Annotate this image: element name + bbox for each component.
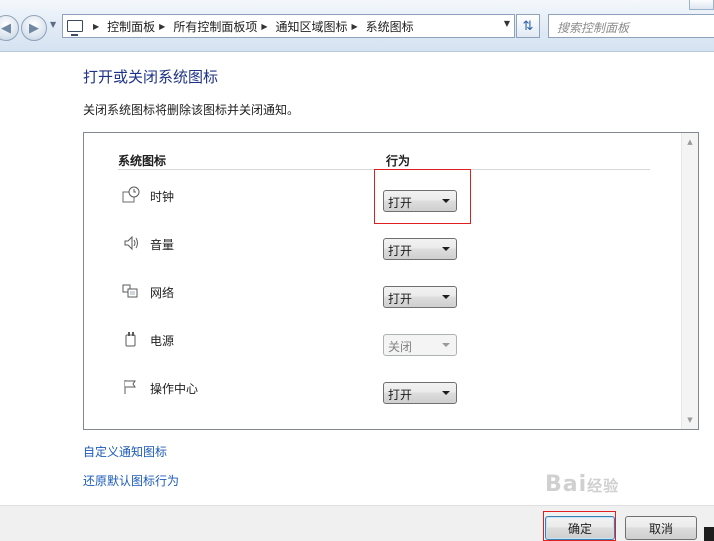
column-header-system-icon: 系统图标 — [118, 154, 167, 168]
clock-icon — [122, 186, 140, 204]
refresh-button[interactable]: ⇅ — [516, 14, 540, 38]
recent-pages-dropdown-icon[interactable]: ▼ — [50, 20, 56, 29]
clock-select-highlight — [374, 169, 471, 224]
ok-button-highlight — [543, 511, 616, 541]
refresh-icon: ⇅ — [522, 18, 534, 34]
volume-behavior-select[interactable]: 打开 — [383, 238, 457, 260]
watermark-suffix: 经验 — [587, 477, 620, 495]
volume-behavior-value: 打开 — [388, 244, 413, 258]
power-icon — [122, 330, 140, 348]
breadcrumb-separator-icon[interactable]: ▶ — [261, 22, 267, 31]
restore-default-behaviors-link[interactable]: 还原默认图标行为 — [83, 472, 179, 489]
breadcrumb-system-icons[interactable]: 系统图标 — [366, 18, 414, 35]
scroll-up-icon[interactable]: ▲ — [682, 135, 698, 149]
breadcrumb-separator-icon[interactable]: ▶ — [352, 22, 358, 31]
address-dropdown-icon[interactable]: ▼ — [504, 19, 510, 28]
page-title: 打开或关闭系统图标 — [83, 68, 219, 86]
search-input[interactable]: 搜索控制面板 — [548, 14, 714, 38]
power-behavior-value: 关闭 — [388, 340, 413, 354]
window-corner — [704, 527, 714, 541]
row-label-action-center: 操作中心 — [150, 382, 199, 396]
dropdown-arrow-icon — [442, 343, 450, 347]
system-icons-panel: 系统图标 行为 时钟 打开 音量 打开 网络 打开 电源 关闭 操作中心 打开 — [83, 132, 699, 430]
action-center-behavior-select[interactable]: 打开 — [383, 382, 457, 404]
breadcrumb-separator-icon[interactable]: ▶ — [93, 22, 99, 31]
forward-button[interactable]: ▶ — [21, 15, 47, 41]
row-label-network: 网络 — [150, 286, 175, 300]
action-center-behavior-value: 打开 — [388, 388, 413, 402]
row-label-volume: 音量 — [150, 238, 175, 252]
customize-notification-icons-link[interactable]: 自定义通知图标 — [83, 443, 167, 460]
baidu-watermark: Bai经验 — [545, 472, 619, 497]
column-header-behavior: 行为 — [386, 154, 411, 168]
power-behavior-select: 关闭 — [383, 334, 457, 356]
address-bar: ◀ ▶ ▼ ▶ 控制面板 ▶ 所有控制面板项 ▶ 通知区域图标 ▶ 系统图标 ▼… — [0, 0, 714, 52]
breadcrumb-notification-icons[interactable]: 通知区域图标 — [276, 18, 348, 35]
watermark-brand: Bai — [545, 472, 588, 497]
network-behavior-value: 打开 — [388, 292, 413, 306]
cancel-button[interactable]: 取消 — [625, 516, 697, 540]
flag-icon — [122, 378, 140, 396]
vertical-scrollbar[interactable]: ▲ ▼ — [681, 133, 698, 429]
back-arrow-icon: ◀ — [1, 20, 11, 36]
breadcrumb[interactable]: ▶ 控制面板 ▶ 所有控制面板项 ▶ 通知区域图标 ▶ 系统图标 ▼ — [62, 14, 515, 38]
breadcrumb-separator-icon[interactable]: ▶ — [159, 22, 165, 31]
forward-arrow-icon: ▶ — [29, 20, 39, 36]
breadcrumb-control-panel[interactable]: 控制面板 — [107, 18, 155, 35]
row-label-clock: 时钟 — [150, 190, 175, 204]
network-behavior-select[interactable]: 打开 — [383, 286, 457, 308]
volume-icon — [122, 234, 140, 252]
page-description: 关闭系统图标将删除该图标并关闭通知。 — [83, 103, 300, 117]
breadcrumb-all-items[interactable]: 所有控制面板项 — [173, 18, 257, 35]
row-label-power: 电源 — [150, 334, 175, 348]
control-panel-icon — [67, 20, 83, 36]
dropdown-arrow-icon — [442, 391, 450, 395]
back-button[interactable]: ◀ — [0, 15, 19, 41]
dropdown-arrow-icon — [442, 295, 450, 299]
network-icon — [122, 282, 140, 300]
scroll-down-icon[interactable]: ▼ — [682, 413, 698, 427]
help-button[interactable] — [689, 0, 714, 10]
dropdown-arrow-icon — [442, 247, 450, 251]
